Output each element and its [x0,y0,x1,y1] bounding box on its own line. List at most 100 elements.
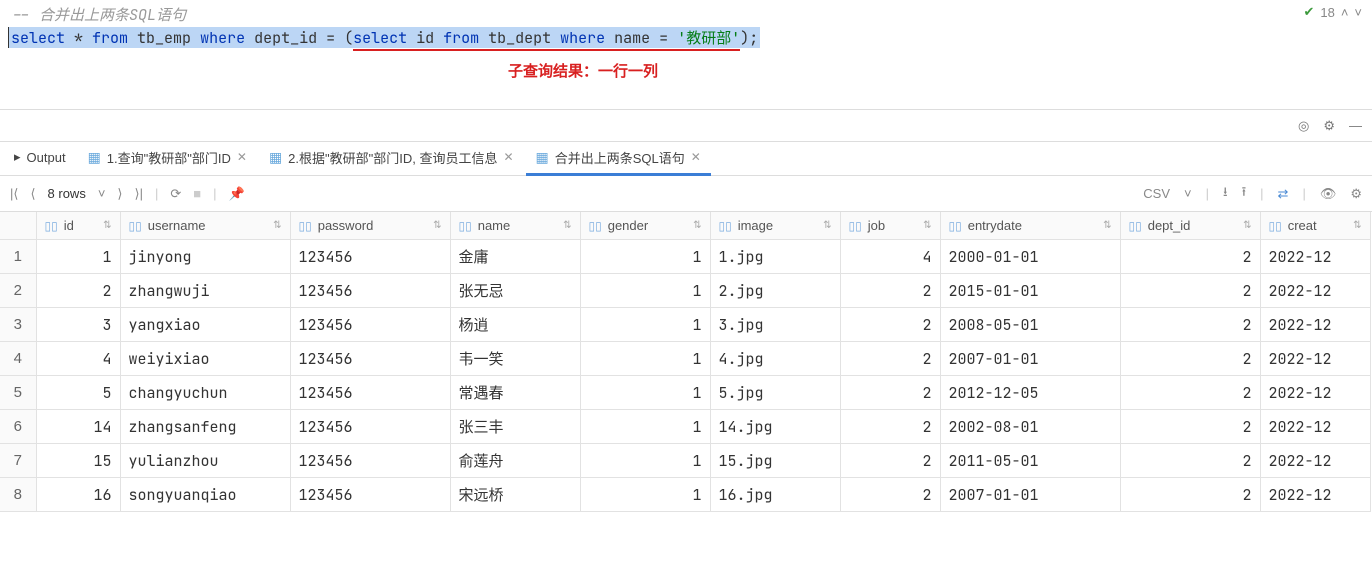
column-header-entrydate[interactable]: ▯▯entrydate⇅ [940,212,1120,240]
cell-image[interactable]: 2.jpg [710,274,840,308]
sort-icon[interactable]: ⇅ [563,220,571,231]
cell-dept_id[interactable]: 2 [1120,478,1260,512]
column-header-job[interactable]: ▯▯job⇅ [840,212,940,240]
column-header-dept_id[interactable]: ▯▯dept_id⇅ [1120,212,1260,240]
cell-creat[interactable]: 2022-12 [1260,478,1370,512]
tab-query-3[interactable]: ▦ 合并出上两条SQL语句 ✕ [526,142,711,176]
close-icon[interactable]: ✕ [237,150,247,164]
prev-page-icon[interactable]: ⟨ [30,186,35,202]
cell-id[interactable]: 4 [36,342,120,376]
sql-editor[interactable]: ✔ 18 ˄ ˅ -- 合并出上两条SQL语句 select * from tb… [0,0,1372,110]
table-row[interactable]: 33yangxiao123456杨逍13.jpg22008-05-0122022… [0,308,1370,342]
cell-username[interactable]: changyuchun [120,376,290,410]
cell-image[interactable]: 1.jpg [710,240,840,274]
settings-icon[interactable]: ⚙ [1350,186,1362,202]
cell-image[interactable]: 4.jpg [710,342,840,376]
table-row[interactable]: 614zhangsanfeng123456张三丰114.jpg22002-08-… [0,410,1370,444]
cell-gender[interactable]: 1 [580,376,710,410]
cell-password[interactable]: 123456 [290,274,450,308]
cell-username[interactable]: zhangsanfeng [120,410,290,444]
cell-creat[interactable]: 2022-12 [1260,376,1370,410]
cell-job[interactable]: 2 [840,342,940,376]
tab-query-1[interactable]: ▦ 1.查询"教研部"部门ID ✕ [78,142,257,176]
cell-image[interactable]: 16.jpg [710,478,840,512]
chevron-down-icon[interactable]: ˅ [1184,186,1192,201]
table-row[interactable]: 816songyuanqiao123456宋远桥116.jpg22007-01-… [0,478,1370,512]
tab-output[interactable]: ▸ Output [4,142,76,176]
cell-creat[interactable]: 2022-12 [1260,410,1370,444]
cell-password[interactable]: 123456 [290,410,450,444]
next-page-icon[interactable]: ⟩ [117,186,122,202]
cell-name[interactable]: 俞莲舟 [450,444,580,478]
cell-name[interactable]: 张无忌 [450,274,580,308]
cell-username[interactable]: weiyixiao [120,342,290,376]
cell-creat[interactable]: 2022-12 [1260,240,1370,274]
column-header-password[interactable]: ▯▯password⇅ [290,212,450,240]
export-format[interactable]: CSV [1143,186,1170,201]
cell-job[interactable]: 4 [840,240,940,274]
cell-dept_id[interactable]: 2 [1120,410,1260,444]
cell-gender[interactable]: 1 [580,240,710,274]
column-header-creat[interactable]: ▯▯creat⇅ [1260,212,1370,240]
cell-image[interactable]: 15.jpg [710,444,840,478]
sort-icon[interactable]: ⇅ [823,220,831,231]
cell-username[interactable]: songyuanqiao [120,478,290,512]
table-row[interactable]: 44weiyixiao123456韦一笑14.jpg22007-01-01220… [0,342,1370,376]
cell-entrydate[interactable]: 2011-05-01 [940,444,1120,478]
column-header-username[interactable]: ▯▯username⇅ [120,212,290,240]
column-header-id[interactable]: ▯▯id⇅ [36,212,120,240]
sort-icon[interactable]: ⇅ [923,220,931,231]
chevron-down-icon[interactable]: ˅ [98,186,106,201]
cell-job[interactable]: 2 [840,308,940,342]
stop-icon[interactable]: ■ [193,186,201,201]
chevron-up-icon[interactable]: ˄ [1341,5,1349,20]
cell-job[interactable]: 2 [840,444,940,478]
sort-icon[interactable]: ⇅ [1353,220,1361,231]
table-row[interactable]: 55changyuchun123456常遇春15.jpg22012-12-052… [0,376,1370,410]
cell-job[interactable]: 2 [840,478,940,512]
cell-dept_id[interactable]: 2 [1120,444,1260,478]
cell-dept_id[interactable]: 2 [1120,240,1260,274]
cell-username[interactable]: yangxiao [120,308,290,342]
cell-gender[interactable]: 1 [580,444,710,478]
cell-gender[interactable]: 1 [580,308,710,342]
cell-creat[interactable]: 2022-12 [1260,308,1370,342]
sort-icon[interactable]: ⇅ [103,220,111,231]
cell-password[interactable]: 123456 [290,308,450,342]
cell-entrydate[interactable]: 2008-05-01 [940,308,1120,342]
close-icon[interactable]: ✕ [503,150,513,164]
tab-query-2[interactable]: ▦ 2.根据"教研部"部门ID, 查询员工信息 ✕ [259,142,524,176]
cell-name[interactable]: 金庸 [450,240,580,274]
cell-entrydate[interactable]: 2015-01-01 [940,274,1120,308]
cell-dept_id[interactable]: 2 [1120,342,1260,376]
column-header-gender[interactable]: ▯▯gender⇅ [580,212,710,240]
reload-icon[interactable]: ⟳ [170,186,181,202]
cell-entrydate[interactable]: 2007-01-01 [940,478,1120,512]
sort-icon[interactable]: ⇅ [273,220,281,231]
table-row[interactable]: 715yulianzhou123456俞莲舟115.jpg22011-05-01… [0,444,1370,478]
cell-password[interactable]: 123456 [290,478,450,512]
cell-creat[interactable]: 2022-12 [1260,444,1370,478]
cell-name[interactable]: 韦一笑 [450,342,580,376]
minimize-icon[interactable]: — [1349,118,1362,133]
table-row[interactable]: 22zhangwuji123456张无忌12.jpg22015-01-01220… [0,274,1370,308]
column-header-image[interactable]: ▯▯image⇅ [710,212,840,240]
table-row[interactable]: 11jinyong123456金庸11.jpg42000-01-0122022-… [0,240,1370,274]
upload-icon[interactable]: ⭱ [1242,183,1247,205]
sort-icon[interactable]: ⇅ [1103,220,1111,231]
cell-creat[interactable]: 2022-12 [1260,342,1370,376]
cell-username[interactable]: yulianzhou [120,444,290,478]
cell-username[interactable]: jinyong [120,240,290,274]
cell-id[interactable]: 15 [36,444,120,478]
cell-id[interactable]: 14 [36,410,120,444]
cell-id[interactable]: 2 [36,274,120,308]
cell-username[interactable]: zhangwuji [120,274,290,308]
cell-dept_id[interactable]: 2 [1120,274,1260,308]
cell-job[interactable]: 2 [840,274,940,308]
cell-id[interactable]: 5 [36,376,120,410]
gear-icon[interactable]: ⚙ [1323,118,1335,134]
rows-count[interactable]: 8 rows [48,186,86,201]
compare-icon[interactable]: ⇄ [1278,186,1289,202]
cell-entrydate[interactable]: 2000-01-01 [940,240,1120,274]
cell-password[interactable]: 123456 [290,342,450,376]
